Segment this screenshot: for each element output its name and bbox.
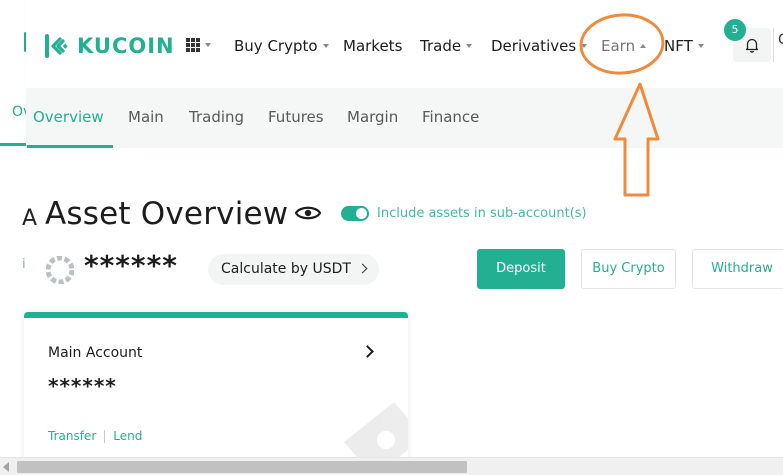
top-navigation: KUCOIN Buy Crypto Markets Trade Derivati… <box>26 0 783 88</box>
nav-markets-label: Markets <box>343 37 403 55</box>
chevron-down-icon <box>205 43 211 47</box>
tab-margin[interactable]: Margin <box>347 108 398 126</box>
nav-earn[interactable]: Earn <box>601 37 647 55</box>
tab-main[interactable]: Main <box>128 108 164 126</box>
hidden-total-balance: ****** <box>84 249 178 282</box>
nav-earn-label: Earn <box>601 37 636 55</box>
main-account-actions: Transfer Lend <box>48 429 142 443</box>
main-account-card[interactable]: Main Account ****** Transfer Lend <box>24 312 408 475</box>
link-divider <box>104 429 106 443</box>
chevron-right-icon[interactable] <box>361 345 374 358</box>
nav-markets[interactable]: Markets <box>343 37 402 55</box>
eye-icon[interactable] <box>294 202 322 224</box>
nav-derivatives[interactable]: Derivatives <box>491 37 588 55</box>
background-title: A <box>22 206 38 231</box>
background-line: i <box>22 257 26 272</box>
page-title: Asset Overview <box>45 196 289 232</box>
header-right-text[interactable]: C <box>778 32 783 48</box>
calculate-by-usdt-selector[interactable]: Calculate by USDT <box>208 254 379 285</box>
toggle-knob <box>356 208 367 219</box>
asset-subnav: Overview Main Trading Futures Margin Fin… <box>26 88 783 148</box>
chevron-down-icon <box>322 44 329 48</box>
lend-link[interactable]: Lend <box>113 429 142 443</box>
apps-menu[interactable] <box>186 38 211 52</box>
chevron-down-icon <box>697 44 704 48</box>
chevron-up-icon <box>640 44 647 48</box>
kucoin-logo-icon <box>45 34 68 58</box>
nav-trade-label: Trade <box>420 37 462 55</box>
nav-buy-crypto[interactable]: Buy Crypto <box>234 37 329 55</box>
withdraw-button[interactable]: Withdraw <box>692 249 783 289</box>
kucoin-logo-text: KUCOIN <box>77 34 175 58</box>
scroll-left-arrow-icon[interactable] <box>3 462 9 472</box>
nav-nft-label: NFT <box>664 37 693 55</box>
chevron-down-icon <box>466 44 473 48</box>
horizontal-scrollbar[interactable] <box>0 457 783 475</box>
card-accent-bar <box>24 312 408 318</box>
tab-finance[interactable]: Finance <box>422 108 479 126</box>
nav-derivatives-label: Derivatives <box>491 37 577 55</box>
header-divider <box>773 28 774 62</box>
active-tab-indicator <box>27 145 113 148</box>
nav-nft[interactable]: NFT <box>664 37 704 55</box>
transfer-link[interactable]: Transfer <box>48 429 96 443</box>
include-sub-account-label[interactable]: Include assets in sub-account(s) <box>377 206 587 221</box>
main-account-hidden-balance: ****** <box>48 374 117 398</box>
chevron-right-icon <box>357 263 368 274</box>
bell-icon <box>745 38 759 53</box>
tab-overview[interactable]: Overview <box>33 108 104 126</box>
apps-grid-icon <box>186 38 200 52</box>
nav-buy-crypto-label: Buy Crypto <box>234 37 318 55</box>
scrollbar-thumb[interactable] <box>17 461 467 473</box>
main-account-title: Main Account <box>48 345 143 361</box>
kucoin-logo[interactable]: KUCOIN <box>44 33 175 59</box>
include-sub-account-toggle[interactable] <box>341 206 369 221</box>
deposit-button[interactable]: Deposit <box>477 249 565 289</box>
calculate-by-usdt-label: Calculate by USDT <box>221 261 351 277</box>
buy-crypto-button[interactable]: Buy Crypto <box>581 249 676 289</box>
tab-futures[interactable]: Futures <box>268 108 324 126</box>
nav-trade[interactable]: Trade <box>420 37 473 55</box>
chevron-down-icon <box>581 44 588 48</box>
notification-count-badge: 5 <box>724 19 746 41</box>
tab-trading[interactable]: Trading <box>189 108 244 126</box>
page: Ov A i KUCOIN Buy Crypto Markets Trade D… <box>0 0 783 475</box>
asset-coin-icon <box>46 256 74 284</box>
